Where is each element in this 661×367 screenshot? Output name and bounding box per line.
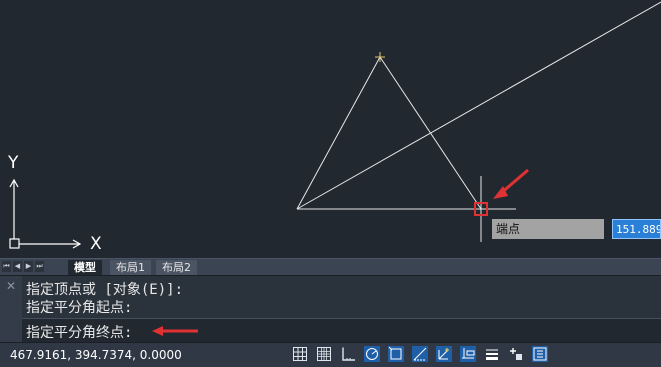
dynamic-input-field[interactable]: 151.8895	[612, 219, 661, 239]
command-input[interactable]: 指定平分角终点:	[22, 318, 661, 343]
command-history-line: 指定顶点或 [对象(E)]:	[26, 282, 184, 298]
annotation-arrow-prompt	[152, 326, 198, 336]
command-line-gutter: ✕	[0, 276, 22, 342]
ucs-icon	[9, 178, 82, 249]
bisector-xline	[296, 1, 661, 210]
grid-display-icon[interactable]	[292, 346, 308, 362]
command-prompt: 指定平分角终点:	[26, 325, 133, 341]
ucs-y-label: Y	[8, 153, 19, 173]
layout-tab-bar: ⏮ ◀ ▶ ⏭ 模型 布局1 布局2	[0, 258, 661, 275]
dynamic-input-icon[interactable]	[460, 346, 476, 362]
cursor-coordinates: 467.9161, 394.7374, 0.0000	[10, 348, 182, 362]
last-tab-icon[interactable]: ⏭	[35, 261, 44, 272]
polar-tracking-icon[interactable]	[364, 346, 380, 362]
tab-model[interactable]: 模型	[68, 260, 102, 275]
object-snap-tracking-icon[interactable]	[412, 346, 428, 362]
quick-properties-icon[interactable]	[508, 346, 524, 362]
drawing-canvas[interactable]: Y X 端点 151.8895	[0, 0, 661, 258]
ucs-x-label: X	[90, 234, 102, 254]
triangle-left-edge	[296, 56, 381, 210]
first-tab-icon[interactable]: ⏮	[2, 261, 11, 272]
dynamic-ucs-icon[interactable]	[436, 346, 452, 362]
command-line-panel: ✕ 指定顶点或 [对象(E)]: 指定平分角起点: 指定平分角终点:	[0, 275, 661, 343]
command-history-line: 指定平分角起点:	[26, 300, 133, 316]
lineweight-icon[interactable]	[484, 346, 500, 362]
osnap-tooltip: 端点	[492, 219, 604, 239]
status-bar: 467.9161, 394.7374, 0.0000	[0, 342, 661, 367]
next-tab-icon[interactable]: ▶	[24, 261, 33, 272]
vertex-marker	[375, 52, 385, 62]
selection-cycling-icon[interactable]	[532, 346, 548, 362]
tab-layout2[interactable]: 布局2	[156, 260, 197, 275]
close-icon[interactable]: ✕	[6, 279, 16, 293]
tab-layout1[interactable]: 布局1	[110, 260, 151, 275]
ortho-mode-icon[interactable]	[340, 346, 356, 362]
annotation-arrow-snap	[493, 168, 529, 199]
object-snap-icon[interactable]	[388, 346, 404, 362]
snap-mode-icon[interactable]	[316, 346, 332, 362]
prev-tab-icon[interactable]: ◀	[13, 261, 22, 272]
